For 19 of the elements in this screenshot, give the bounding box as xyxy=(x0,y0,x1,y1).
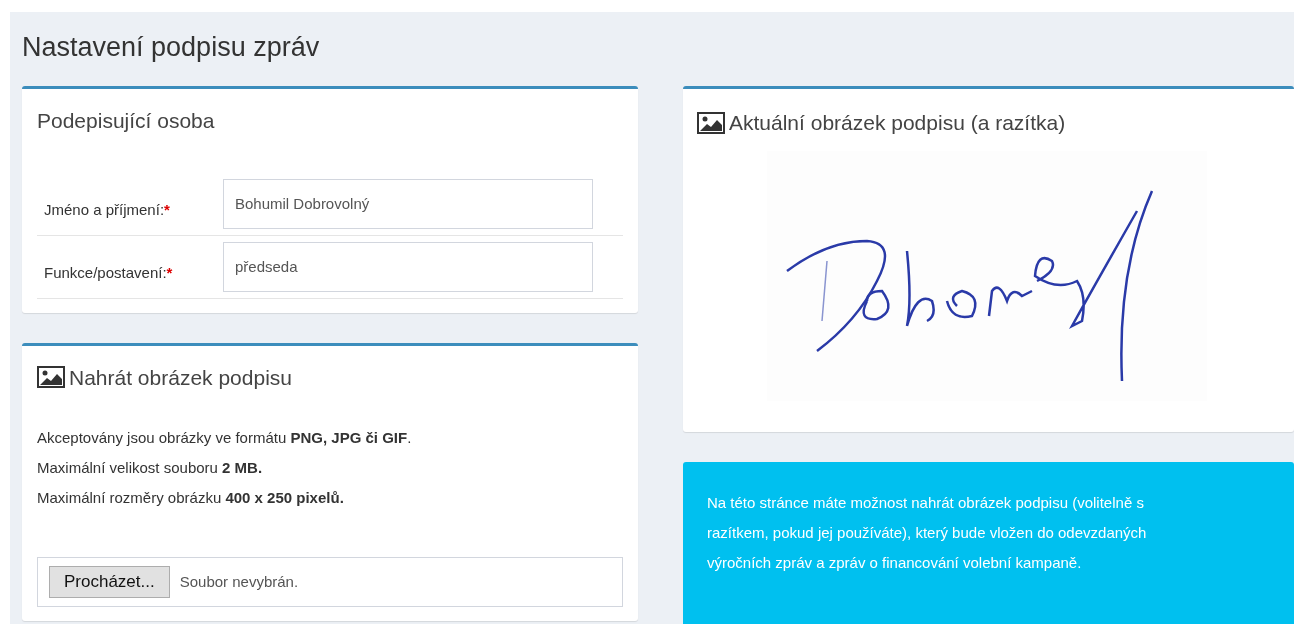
info-text: Na této stránce máte možnost nahrát obrázek podpisu (volitelně s razítkem, pokud jej používáte), který bude vložen do odevzdaných výročních zpráv a zpráv o financování volební kampaně. xyxy=(707,493,1148,573)
file-status: Soubor nevybrán. xyxy=(179,571,299,592)
info-text: Maximální rozměry obrázku 400 x 250 pixelů. xyxy=(37,488,344,508)
page-title: Nastavení podpisu zpráv xyxy=(22,31,321,64)
browse-button[interactable]: Procházet... xyxy=(49,566,170,598)
text-field[interactable]: předseda xyxy=(223,241,593,292)
field-label: Funkce/postavení: xyxy=(44,263,167,284)
required-mark: * xyxy=(166,263,173,284)
image-icon xyxy=(37,366,65,389)
field-label: Jméno a příjmení: xyxy=(44,200,165,221)
text-field[interactable]: Bohumil Dobrovolný xyxy=(223,178,593,229)
panel-title: Nahrát obrázek podpisu xyxy=(69,364,292,391)
image-icon xyxy=(697,111,725,134)
panel-title: Aktuální obrázek podpisu (a razítka) xyxy=(729,110,1066,136)
required-mark: * xyxy=(164,200,170,221)
info-text: Akceptovány jsou obrázky ve formátu PNG, JPG či GIF. xyxy=(37,428,412,448)
info-text: Maximální velikost souboru 2 MB. xyxy=(37,458,263,478)
file-field[interactable]: Procházet... Soubor nevybrán. xyxy=(37,557,623,607)
panel-title: Podepisující osoba xyxy=(37,108,216,134)
